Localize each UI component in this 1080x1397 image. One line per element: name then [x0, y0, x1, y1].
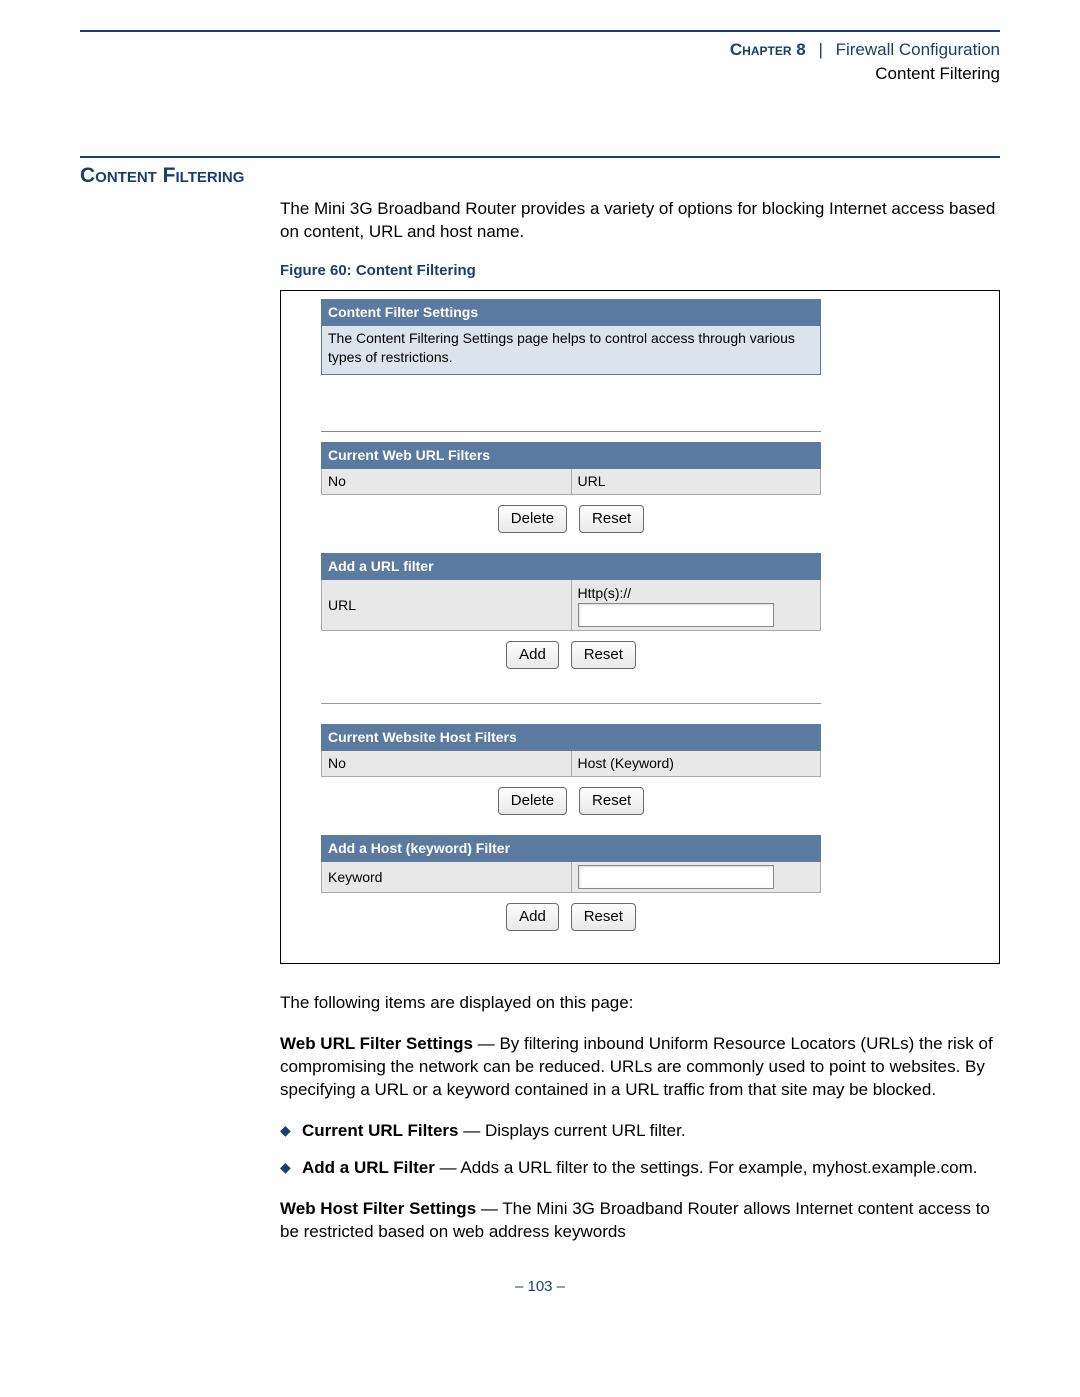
web-url-filter-paragraph: Web URL Filter Settings — By filtering i… — [280, 1033, 1000, 1102]
url-col-no: No — [322, 469, 572, 495]
figure-screenshot: Content Filter Settings The Content Filt… — [280, 290, 1000, 965]
url-input[interactable] — [578, 603, 774, 627]
chapter-title: Firewall Configuration — [836, 40, 1000, 59]
add-host-button[interactable]: Add — [506, 903, 559, 931]
bullet-current-label: Current URL Filters — [302, 1121, 459, 1140]
host-filters-title: Current Website Host Filters — [322, 725, 821, 751]
chapter-label: Chapter — [730, 40, 792, 59]
intro-paragraph: The Mini 3G Broadband Router provides a … — [280, 198, 1000, 244]
url-filters-title: Current Web URL Filters — [322, 443, 821, 469]
url-reset-button[interactable]: Reset — [579, 505, 644, 533]
add-url-button[interactable]: Add — [506, 641, 559, 669]
add-url-label: URL — [322, 580, 572, 631]
add-url-title: Add a URL filter — [322, 554, 821, 580]
section-rule — [80, 156, 1000, 158]
host-delete-button[interactable]: Delete — [498, 787, 567, 815]
host-col-host: Host (Keyword) — [571, 751, 821, 777]
figure-caption: Figure 60: Content Filtering — [280, 261, 1000, 281]
page-header: Chapter 8 | Firewall Configuration Conte… — [80, 38, 1000, 86]
host-col-no: No — [322, 751, 572, 777]
header-rule — [80, 30, 1000, 32]
add-host-reset-button[interactable]: Reset — [571, 903, 636, 931]
keyword-input[interactable] — [578, 865, 774, 889]
header-subtitle: Content Filtering — [80, 62, 1000, 86]
add-url-cell: Http(s):// — [571, 580, 821, 631]
web-host-filter-label: Web Host Filter Settings — [280, 1199, 476, 1218]
add-host-table: Add a Host (keyword) Filter Keyword — [321, 835, 821, 893]
settings-description: The Content Filtering Settings page help… — [321, 326, 821, 376]
section-title: Content Filtering — [80, 164, 1000, 188]
add-host-label: Keyword — [322, 862, 572, 893]
header-separator: | — [810, 40, 830, 59]
web-host-filter-paragraph: Web Host Filter Settings — The Mini 3G B… — [280, 1198, 1000, 1244]
bullet-current-text: — Displays current URL filter. — [459, 1121, 686, 1140]
bullet-add-url: Add a URL Filter — Adds a URL filter to … — [302, 1157, 1000, 1180]
url-col-url: URL — [571, 469, 821, 495]
host-reset-button[interactable]: Reset — [579, 787, 644, 815]
host-filters-table: Current Website Host Filters No Host (Ke… — [321, 724, 821, 777]
add-url-reset-button[interactable]: Reset — [571, 641, 636, 669]
page-number: – 103 – — [80, 1278, 1000, 1295]
url-filters-table: Current Web URL Filters No URL — [321, 442, 821, 495]
url-delete-button[interactable]: Delete — [498, 505, 567, 533]
chapter-number: 8 — [796, 40, 805, 59]
bullet-add-label: Add a URL Filter — [302, 1158, 435, 1177]
bullet-add-text: — Adds a URL filter to the settings. For… — [435, 1158, 978, 1177]
url-prefix: Http(s):// — [578, 584, 636, 603]
web-url-filter-label: Web URL Filter Settings — [280, 1034, 473, 1053]
bullet-list: Current URL Filters — Displays current U… — [280, 1120, 1000, 1180]
add-host-cell — [571, 862, 821, 893]
bullet-current-url: Current URL Filters — Displays current U… — [302, 1120, 1000, 1143]
following-items-text: The following items are displayed on thi… — [280, 992, 1000, 1015]
add-host-title: Add a Host (keyword) Filter — [322, 836, 821, 862]
add-url-table: Add a URL filter URL Http(s):// — [321, 553, 821, 631]
settings-header: Content Filter Settings — [321, 299, 821, 326]
